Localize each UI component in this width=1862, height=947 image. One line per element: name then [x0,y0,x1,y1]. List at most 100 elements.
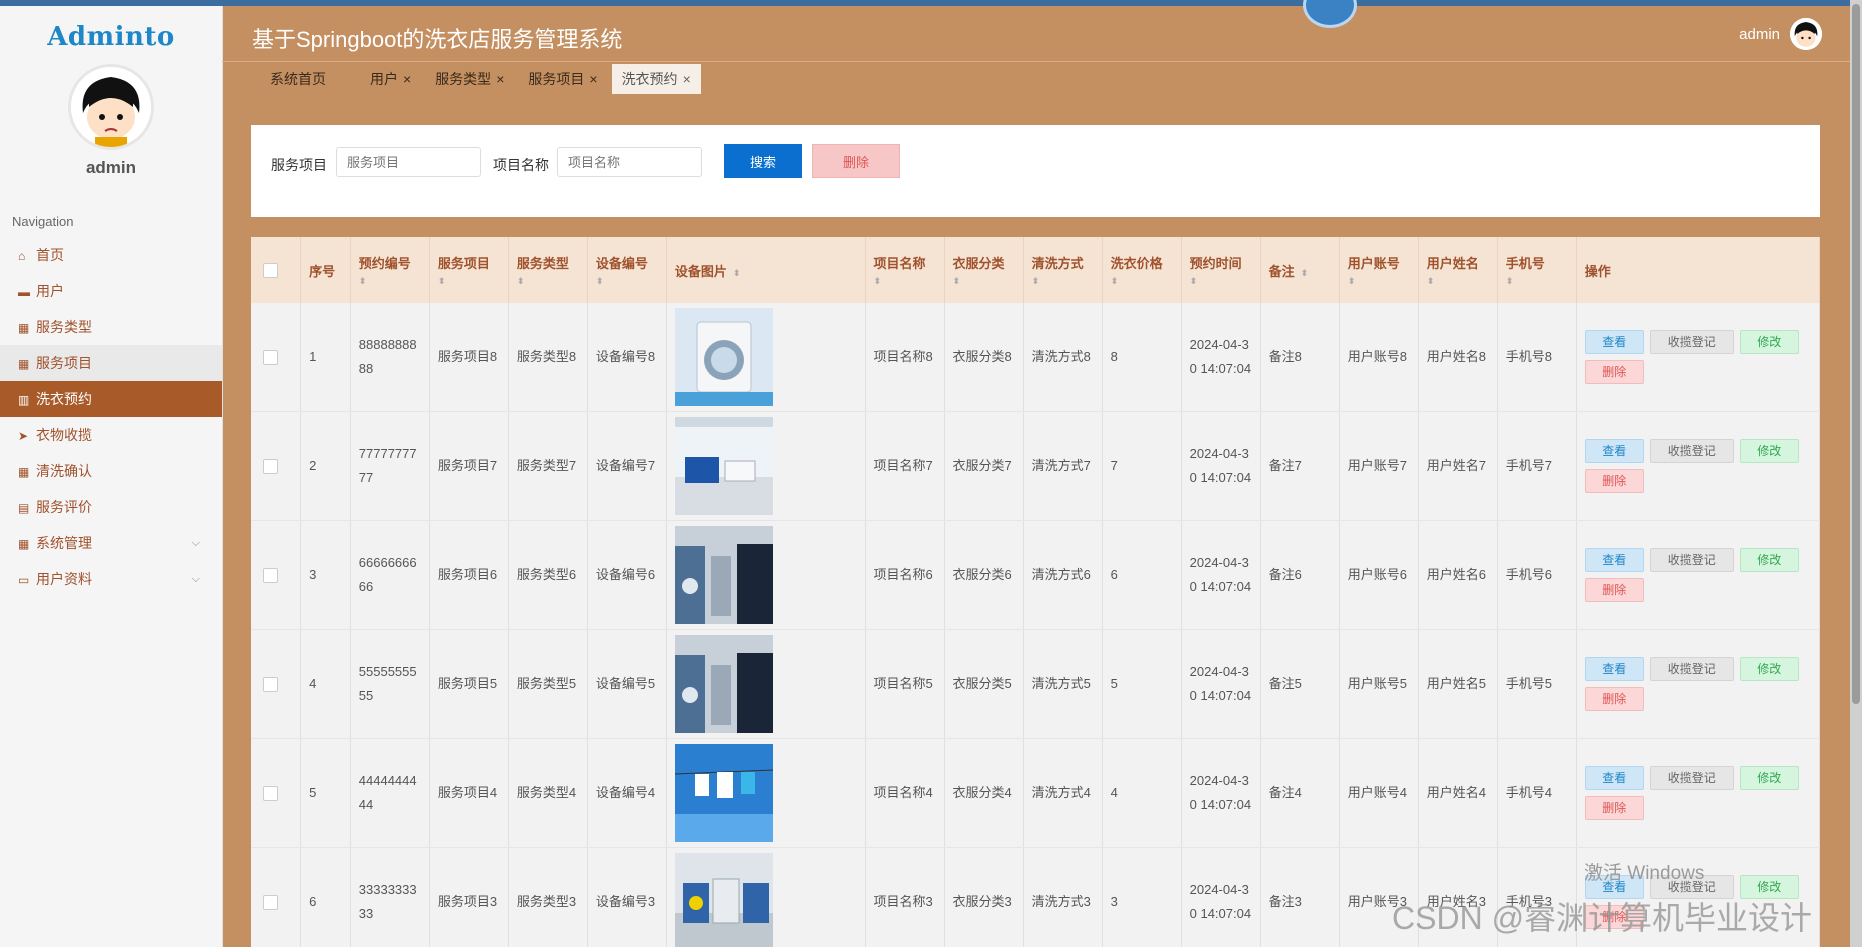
sort-icon[interactable]: ⬍ [1032,276,1094,287]
row-delete-button[interactable]: 删除 [1584,578,1644,602]
column-header[interactable]: 预约时间 ⬍ [1181,237,1261,303]
sort-icon[interactable]: ⬍ [1301,268,1309,278]
cell-price: 3 [1102,847,1182,947]
edit-button[interactable]: 修改 [1739,657,1799,681]
tab-service-project[interactable]: 服务项目 × [518,64,607,94]
select-all-cell [251,237,302,303]
view-button[interactable]: 查看 [1584,766,1644,790]
tab-home[interactable]: 系统首页 [222,64,356,94]
column-header[interactable]: 服务项目 ⬍ [429,237,509,303]
row-checkbox[interactable] [263,894,278,910]
close-icon[interactable]: × [496,71,504,87]
edit-button[interactable]: 修改 [1739,330,1799,354]
cell-device-image [666,411,866,521]
project-name-input[interactable] [557,147,702,177]
logo: Adminto [47,22,175,52]
sidebar-item-wash-confirm[interactable]: ▦ 清洗确认 [0,453,222,489]
search-button[interactable]: 搜索 [724,144,802,178]
row-delete-button[interactable]: 删除 [1584,796,1644,820]
sidebar-item-label: 衣物收揽 [36,427,92,443]
column-header[interactable]: 设备编号 ⬍ [587,237,667,303]
sort-icon[interactable]: ⬍ [438,276,500,287]
tab-service-type[interactable]: 服务类型 × [425,64,514,94]
edit-button[interactable]: 修改 [1739,766,1799,790]
sidebar-item-home[interactable]: ⌂ 首页 [0,237,222,273]
column-header[interactable]: 预约编号 ⬍ [350,237,430,303]
column-header[interactable]: 用户姓名 ⬍ [1418,237,1498,303]
sidebar-item-laundry-booking[interactable]: ▥ 洗衣预约 [0,381,222,417]
column-header[interactable]: 服务类型 ⬍ [508,237,588,303]
sort-icon[interactable]: ⬍ [1111,276,1173,287]
header-username: admin [1739,25,1780,43]
column-header[interactable]: 清洗方式 ⬍ [1023,237,1103,303]
sort-icon[interactable]: ⬍ [359,276,421,287]
sort-icon[interactable]: ⬍ [517,276,579,287]
row-checkbox[interactable] [263,676,278,692]
sidebar-item-service-review[interactable]: ▤ 服务评价 [0,489,222,525]
sort-icon[interactable]: ⬍ [874,276,936,287]
column-header[interactable]: 洗衣价格 ⬍ [1102,237,1182,303]
scrollbar-thumb[interactable] [1852,4,1860,704]
close-icon[interactable]: × [683,71,691,87]
close-icon[interactable]: × [403,71,411,87]
row-delete-button[interactable]: 删除 [1584,687,1644,711]
sort-icon[interactable]: ⬍ [1427,276,1489,287]
register-collection-button[interactable]: 收揽登记 [1649,548,1734,572]
row-checkbox[interactable] [263,458,278,474]
sort-icon[interactable]: ⬍ [1348,276,1410,287]
header-user-menu[interactable]: admin [1739,18,1822,50]
cell-phone: 手机号5 [1497,629,1577,739]
sort-icon[interactable]: ⬍ [1506,276,1568,287]
column-header-label: 服务类型 [516,256,569,271]
row-checkbox[interactable] [263,785,278,801]
sort-icon[interactable]: ⬍ [596,276,658,287]
service-project-input[interactable] [336,147,481,177]
sort-icon[interactable]: ⬍ [733,268,741,278]
cell-actions: 查看 收揽登记 修改 删除 [1576,629,1820,739]
sidebar-item-user-profile[interactable]: ▭ 用户资料 ⌵ [0,561,222,597]
data-table-container: 序号 预约编号 ⬍ 服务项目 ⬍ 服务类型 ⬍ 设备编号 ⬍ 设备图片 ⬍ 项目名称 ⬍ 衣… [251,237,1820,947]
register-collection-button[interactable]: 收揽登记 [1649,657,1734,681]
close-icon[interactable]: × [589,71,597,87]
edit-button[interactable]: 修改 [1739,548,1799,572]
project-name-label: 项目名称 [493,157,549,173]
tab-laundry-booking[interactable]: 洗衣预约 × [611,64,701,94]
row-delete-button[interactable]: 删除 [1584,469,1644,493]
row-delete-button[interactable]: 删除 [1584,360,1644,384]
sidebar-item-service-project[interactable]: ▦ 服务项目 [0,345,222,381]
tab-label: 服务项目 [528,71,585,87]
register-collection-button[interactable]: 收揽登记 [1649,766,1734,790]
view-button[interactable]: 查看 [1584,330,1644,354]
column-header[interactable]: 衣服分类 ⬍ [944,237,1024,303]
view-button[interactable]: 查看 [1584,657,1644,681]
sort-icon[interactable]: ⬍ [953,276,1015,287]
cell-remark: 备注8 [1260,303,1340,412]
cartoon-avatar-icon [71,67,151,147]
sidebar-item-clothes-collection[interactable]: ➤ 衣物收揽 [0,417,222,453]
sort-icon[interactable]: ⬍ [1190,276,1252,287]
sidebar-item-service-type[interactable]: ▦ 服务类型 [0,309,222,345]
edit-button[interactable]: 修改 [1739,439,1799,463]
register-collection-button[interactable]: 收揽登记 [1649,330,1734,354]
cell-wash: 清洗方式4 [1023,738,1103,848]
cell-price: 6 [1102,520,1182,630]
view-button[interactable]: 查看 [1584,439,1644,463]
row-checkbox[interactable] [263,349,278,365]
cell-index: 3 [300,520,351,630]
row-checkbox[interactable] [263,567,278,583]
view-button[interactable]: 查看 [1584,548,1644,572]
column-header[interactable]: 设备图片 ⬍ [666,237,866,303]
column-header[interactable]: 项目名称 ⬍ [865,237,945,303]
column-header[interactable]: 用户账号 ⬍ [1339,237,1419,303]
register-collection-button[interactable]: 收揽登记 [1649,439,1734,463]
column-header[interactable]: 备注 ⬍ [1260,237,1340,303]
page-scrollbar[interactable] [1850,0,1862,947]
column-header[interactable]: 手机号 ⬍ [1497,237,1577,303]
sidebar-item-system-admin[interactable]: ▦ 系统管理 ⌵ [0,525,222,561]
cell-time: 2024-04-30 14:07:04 [1181,847,1261,947]
delete-button[interactable]: 删除 [812,144,900,178]
sidebar-item-users[interactable]: ▬ 用户 [0,273,222,309]
tab-users[interactable]: 用户 × [360,64,421,94]
cell-project: 项目名称3 [865,847,945,947]
select-all-checkbox[interactable] [263,262,278,278]
